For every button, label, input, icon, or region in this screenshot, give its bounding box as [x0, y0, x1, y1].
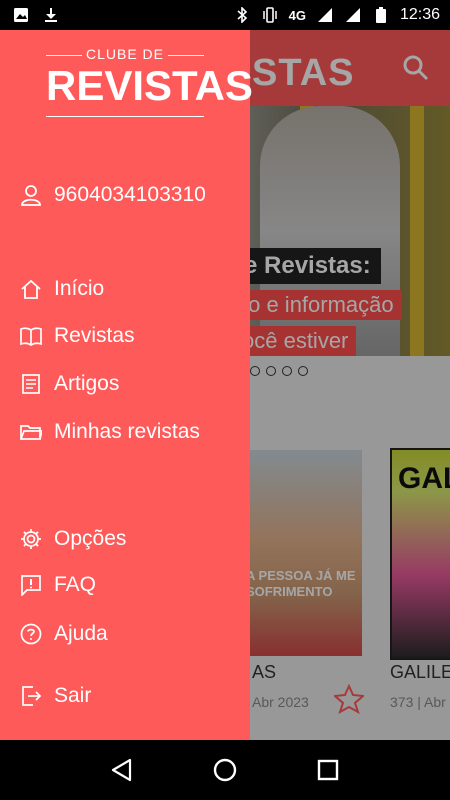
- menu-item-revistas[interactable]: Revistas: [20, 321, 135, 351]
- recents-button[interactable]: [313, 755, 343, 785]
- logo-main-text: REVISTAS: [46, 62, 253, 109]
- logout-icon: [22, 686, 42, 706]
- logout-button[interactable]: Sair: [20, 681, 91, 711]
- menu-item-minhas-revistas[interactable]: Minhas revistas: [20, 417, 200, 447]
- back-button[interactable]: [107, 755, 137, 785]
- gear-icon: [21, 529, 41, 549]
- help-icon: [20, 623, 42, 645]
- system-nav-bar: [0, 740, 450, 800]
- menu-item-artigos[interactable]: Artigos: [20, 369, 119, 399]
- menu-item-label: Minhas revistas: [54, 420, 200, 443]
- navigation-drawer: CLUBE DE REVISTAS 9604034103310 Início R…: [0, 30, 253, 740]
- status-time: 12:36: [399, 6, 440, 23]
- menu-item-label: Artigos: [54, 372, 120, 395]
- signal-icon: [316, 6, 334, 24]
- logo-rule: [46, 116, 204, 117]
- home-icon: [21, 279, 41, 299]
- logo-top-text: CLUBE DE: [85, 46, 165, 62]
- vibrate-icon: [261, 6, 279, 24]
- folder-icon: [20, 425, 42, 440]
- recents-icon: [318, 759, 339, 781]
- bluetooth-icon: [233, 6, 251, 24]
- menu-item-faq[interactable]: FAQ: [20, 570, 96, 600]
- menu-item-label: Opções: [54, 527, 127, 550]
- download-icon: [42, 6, 60, 24]
- status-bar: 4G 12:36: [0, 0, 450, 30]
- battery-icon: [372, 6, 390, 24]
- menu-item-label: FAQ: [54, 573, 97, 596]
- menu-item-label: Revistas: [54, 324, 135, 347]
- menu-item-ajuda[interactable]: Ajuda: [20, 619, 108, 649]
- menu-item-label: Ajuda: [54, 622, 108, 645]
- back-icon: [111, 758, 131, 782]
- home-button[interactable]: [210, 755, 240, 785]
- book-icon: [20, 327, 42, 347]
- menu-item-opcoes[interactable]: Opções: [20, 524, 126, 554]
- faq-icon: [21, 575, 41, 596]
- home-circle-icon: [213, 758, 237, 782]
- network-type: 4G: [288, 7, 306, 23]
- screen: 4G 12:36 STAS e Revistas: to e informaçã…: [0, 0, 450, 800]
- article-icon: [22, 374, 40, 394]
- user-account[interactable]: 9604034103310: [20, 180, 206, 210]
- signal-icon: [344, 6, 362, 24]
- menu-item-inicio[interactable]: Início: [20, 274, 104, 304]
- user-id-label: 9604034103310: [54, 183, 206, 206]
- image-icon: [12, 6, 30, 24]
- logo: CLUBE DE REVISTAS: [46, 40, 253, 136]
- user-icon: [21, 185, 41, 206]
- logout-label: Sair: [54, 684, 92, 707]
- menu-item-label: Início: [54, 277, 105, 300]
